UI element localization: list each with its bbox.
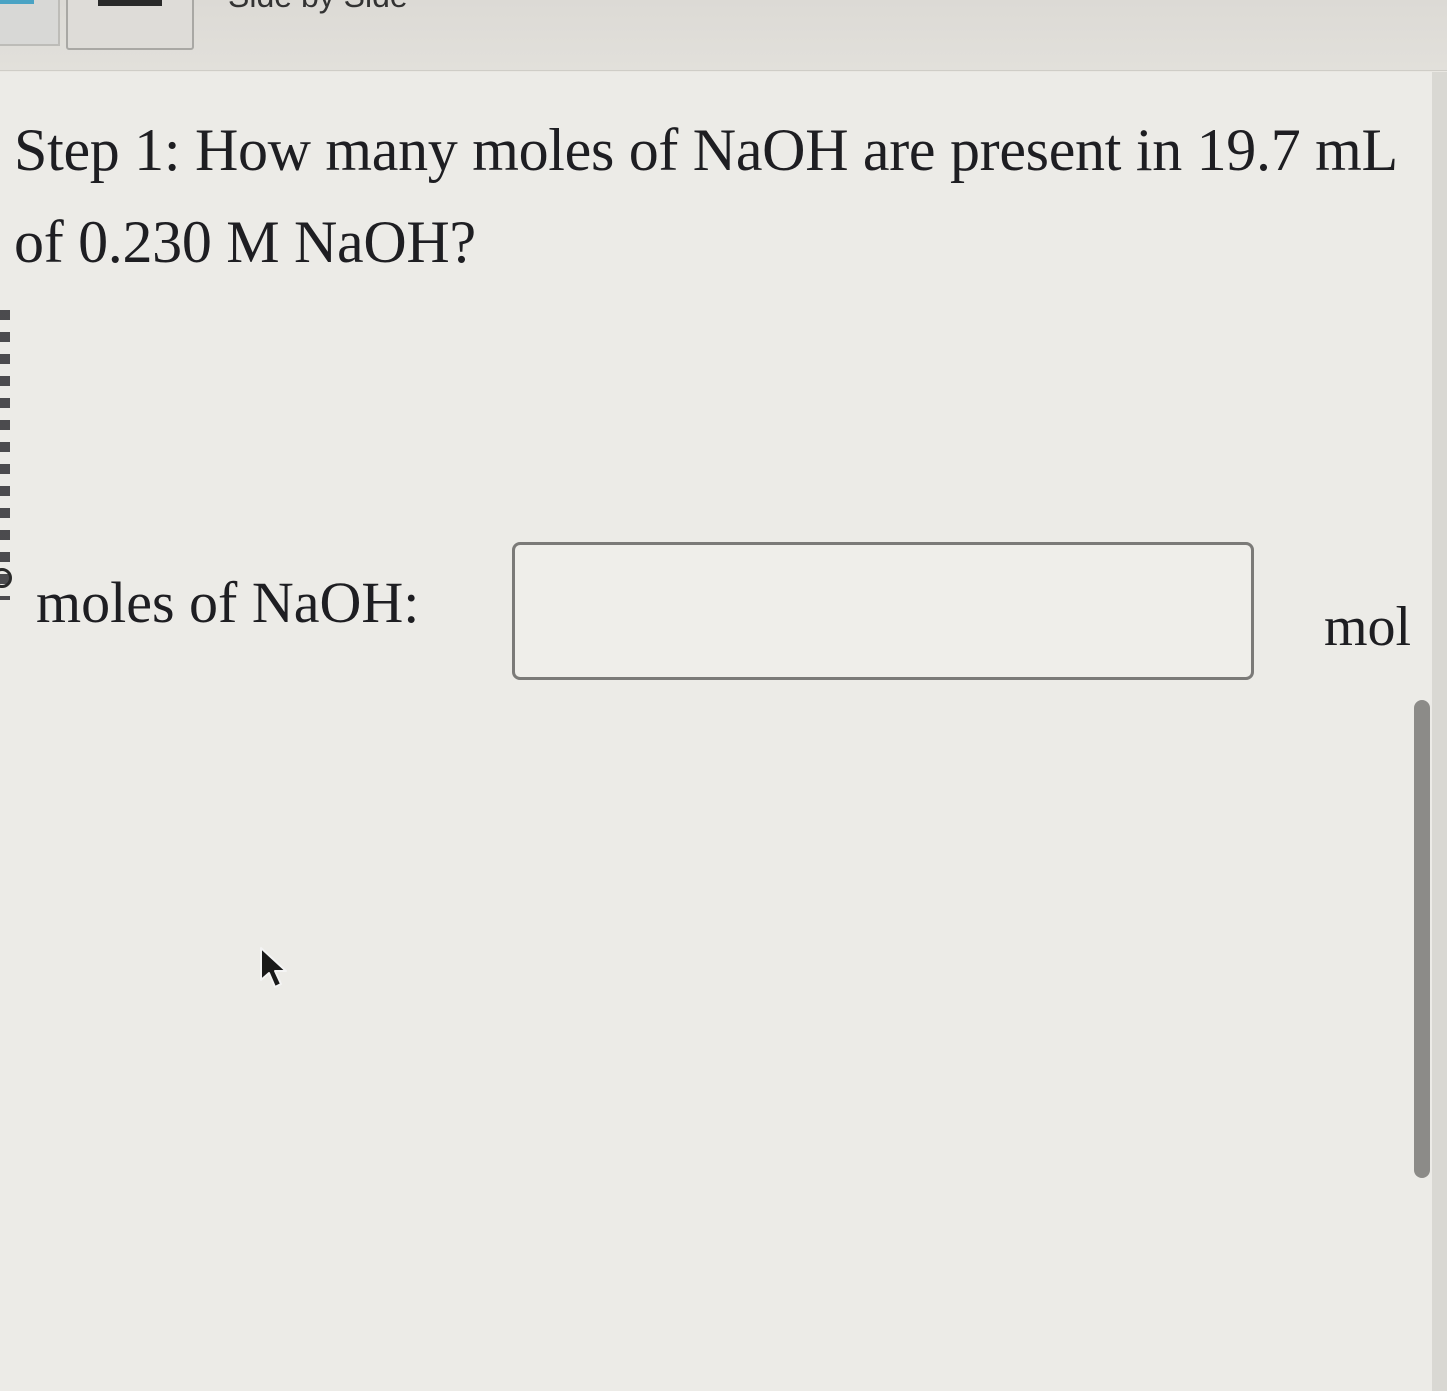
toolbar-view-button[interactable] xyxy=(0,0,60,46)
top-toolbar: Side by Side xyxy=(0,0,1447,71)
question-text: Step 1: How many moles of NaOH are prese… xyxy=(14,117,1396,275)
unit-label: mol xyxy=(1324,596,1412,658)
moles-answer-input[interactable] xyxy=(512,542,1254,680)
side-by-side-button[interactable] xyxy=(66,0,194,50)
question-panel: Step 1: How many moles of NaOH are prese… xyxy=(0,72,1432,1391)
scrollbar-thumb[interactable] xyxy=(1414,700,1430,1178)
side-by-side-label: Side by Side xyxy=(228,0,408,15)
side-brand-strip xyxy=(0,80,12,600)
layout-icon xyxy=(98,0,162,6)
scrollbar-track[interactable] xyxy=(1432,72,1447,1391)
view-indicator-icon xyxy=(0,0,34,4)
brand-text-marks xyxy=(0,310,10,600)
answer-label: moles of NaOH: xyxy=(36,570,420,635)
mouse-pointer-icon xyxy=(260,947,287,988)
